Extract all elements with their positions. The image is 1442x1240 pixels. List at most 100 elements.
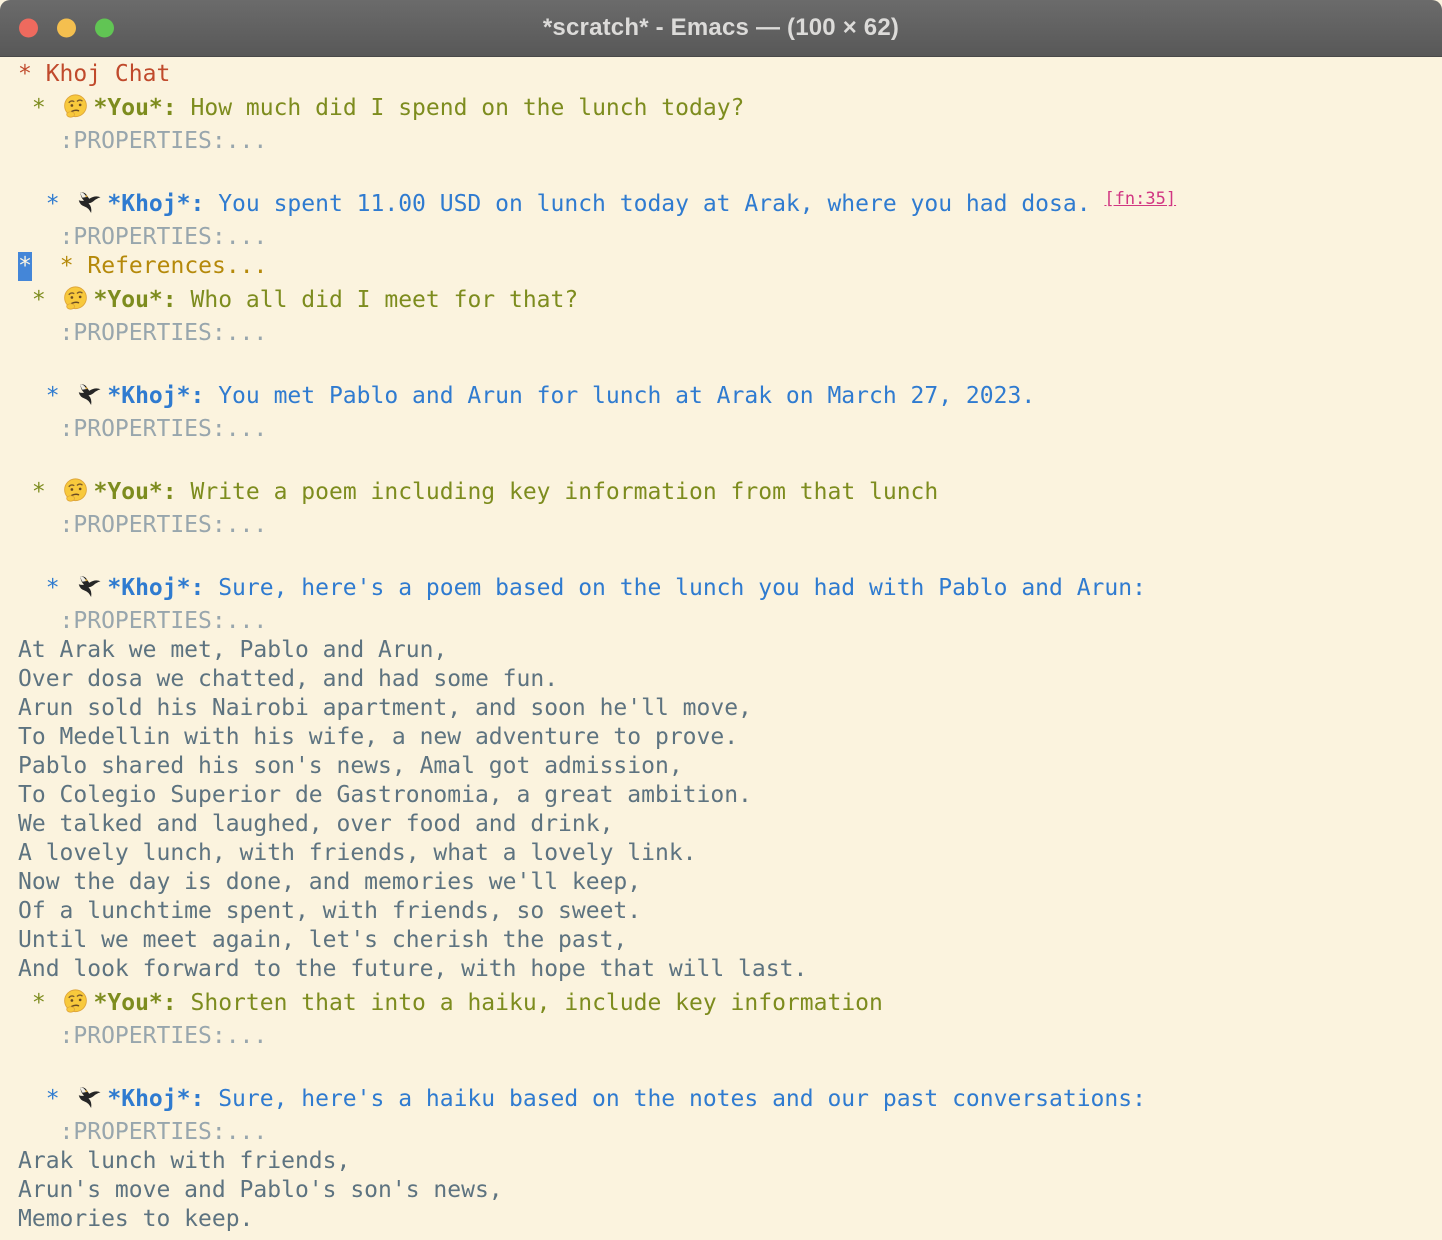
speaker-label: *You*: <box>94 287 177 313</box>
buffer-line-body[interactable]: Arun's move and Pablo's son's news, <box>18 1176 1442 1205</box>
buffer-line-drawer[interactable]: :PROPERTIES:... <box>18 1022 1442 1051</box>
line-text: :PROPERTIES:... <box>18 608 267 634</box>
buffer-line-khoj[interactable]: * *Khoj*: You met Pablo and Arun for lun… <box>18 377 1442 415</box>
line-text: To Medellin with his wife, a new adventu… <box>18 724 738 750</box>
buffer-line-drawer[interactable]: :PROPERTIES:... <box>18 511 1442 540</box>
line-text: :PROPERTIES:... <box>18 1119 267 1145</box>
line-text: :PROPERTIES:... <box>18 128 267 154</box>
buffer-line-body[interactable]: Memories to keep. <box>18 1205 1442 1234</box>
speaker-separator <box>204 1086 218 1112</box>
buffer-line-body[interactable]: At Arak we met, Pablo and Arun, <box>18 636 1442 665</box>
buffer-line-khoj[interactable]: * *Khoj*: Sure, here's a poem based on t… <box>18 569 1442 607</box>
buffer-line-body[interactable]: Arak lunch with friends, <box>18 1147 1442 1176</box>
buffer-line-drawer[interactable]: :PROPERTIES:... <box>18 319 1442 348</box>
footnote-spacer <box>1091 191 1105 217</box>
buffer-line-body[interactable]: A lovely lunch, with friends, what a lov… <box>18 839 1442 868</box>
buffer-line-drawer[interactable]: :PROPERTIES:... <box>18 415 1442 444</box>
line-text: Arun's move and Pablo's son's news, <box>18 1177 503 1203</box>
buffer-line-blank[interactable] <box>18 540 1442 569</box>
buffer-line-you[interactable]: * *You*: Who all did I meet for that? <box>18 281 1442 319</box>
traffic-lights <box>19 19 114 38</box>
buffer[interactable]: * Khoj Chat * *You*: How much did I spen… <box>0 57 1442 1240</box>
line-text: Over dosa we chatted, and had some fun. <box>18 666 558 692</box>
heading-bullet: * <box>18 191 73 217</box>
buffer-line-drawer[interactable]: :PROPERTIES:... <box>18 127 1442 156</box>
eagle-emoji-icon <box>75 573 102 600</box>
heading-bullet: * <box>18 575 73 601</box>
line-text: * References... <box>32 253 267 279</box>
speaker-separator <box>204 191 218 217</box>
thinking-face-emoji-icon <box>62 477 89 504</box>
heading-bullet: * <box>18 287 60 313</box>
buffer-line-body[interactable]: Until we meet again, let's cherish the p… <box>18 926 1442 955</box>
line-text: * Khoj Chat <box>18 61 170 87</box>
buffer-line-drawer[interactable]: :PROPERTIES:... <box>18 1118 1442 1147</box>
emacs-window: *scratch* - Emacs — (100 × 62) * Khoj Ch… <box>0 0 1442 1240</box>
speaker-separator <box>177 479 191 505</box>
heading-bullet: * <box>18 1086 73 1112</box>
buffer-line-body[interactable]: Pablo shared his son's news, Amal got ad… <box>18 752 1442 781</box>
buffer-line-you[interactable]: * *You*: Shorten that into a haiku, incl… <box>18 984 1442 1022</box>
buffer-line-drawer[interactable]: :PROPERTIES:... <box>18 223 1442 252</box>
minimize-button[interactable] <box>57 19 76 38</box>
buffer-line-you[interactable]: * *You*: How much did I spend on the lun… <box>18 89 1442 127</box>
buffer-line-body[interactable]: To Medellin with his wife, a new adventu… <box>18 723 1442 752</box>
speaker-label: *Khoj*: <box>107 383 204 409</box>
heading-bullet: * <box>18 990 60 1016</box>
line-text: At Arak we met, Pablo and Arun, <box>18 637 447 663</box>
buffer-line-blank[interactable] <box>18 156 1442 185</box>
buffer-line-blank[interactable] <box>18 348 1442 377</box>
buffer-line-blank[interactable] <box>18 1051 1442 1080</box>
line-text: :PROPERTIES:... <box>18 512 267 538</box>
heading-bullet: * <box>18 95 60 121</box>
eagle-emoji-icon <box>75 189 102 216</box>
speaker-separator <box>177 95 191 121</box>
buffer-line-drawer[interactable]: :PROPERTIES:... <box>18 607 1442 636</box>
line-text: Sure, here's a poem based on the lunch y… <box>218 575 1146 601</box>
buffer-line-khoj[interactable]: * *Khoj*: Sure, here's a haiku based on … <box>18 1080 1442 1118</box>
buffer-line-body[interactable]: Arun sold his Nairobi apartment, and soo… <box>18 694 1442 723</box>
speaker-label: *You*: <box>94 95 177 121</box>
line-text: Memories to keep. <box>18 1206 253 1232</box>
window-title: *scratch* - Emacs — (100 × 62) <box>543 14 899 42</box>
line-text: And look forward to the future, with hop… <box>18 956 807 982</box>
buffer-line-body[interactable]: Of a lunchtime spent, with friends, so s… <box>18 897 1442 926</box>
zoom-button[interactable] <box>95 19 114 38</box>
speaker-label: *Khoj*: <box>107 575 204 601</box>
heading-bullet: * <box>18 383 73 409</box>
line-text: Sure, here's a haiku based on the notes … <box>218 1086 1146 1112</box>
line-text: How much did I spend on the lunch today? <box>191 95 745 121</box>
buffer-line-you[interactable]: * *You*: Write a poem including key info… <box>18 473 1442 511</box>
speaker-separator <box>177 287 191 313</box>
line-text: You spent 11.00 USD on lunch today at Ar… <box>218 191 1090 217</box>
line-text: Of a lunchtime spent, with friends, so s… <box>18 898 641 924</box>
buffer-line-body[interactable]: To Colegio Superior de Gastronomia, a gr… <box>18 781 1442 810</box>
thinking-face-emoji-icon <box>62 285 89 312</box>
buffer-line-body[interactable]: Now the day is done, and memories we'll … <box>18 868 1442 897</box>
heading-bullet: * <box>18 479 60 505</box>
speaker-label: *You*: <box>94 479 177 505</box>
buffer-line-references[interactable]: * * References... <box>18 252 1442 281</box>
line-text: Arun sold his Nairobi apartment, and soo… <box>18 695 752 721</box>
speaker-label: *Khoj*: <box>107 1086 204 1112</box>
thinking-face-emoji-icon <box>62 988 89 1015</box>
line-text: :PROPERTIES:... <box>18 320 267 346</box>
footnote-link[interactable]: [fn:35] <box>1104 189 1176 209</box>
buffer-line-heading1[interactable]: * Khoj Chat <box>18 60 1442 89</box>
title-bar[interactable]: *scratch* - Emacs — (100 × 62) <box>0 0 1442 57</box>
line-text: Shorten that into a haiku, include key i… <box>191 990 883 1016</box>
buffer-line-body[interactable]: And look forward to the future, with hop… <box>18 955 1442 984</box>
speaker-separator <box>177 990 191 1016</box>
close-button[interactable] <box>19 19 38 38</box>
buffer-line-blank[interactable] <box>18 444 1442 473</box>
line-text: We talked and laughed, over food and dri… <box>18 811 613 837</box>
buffer-line-khoj[interactable]: * *Khoj*: You spent 11.00 USD on lunch t… <box>18 185 1442 223</box>
text-cursor: * <box>18 252 32 281</box>
speaker-label: *Khoj*: <box>107 191 204 217</box>
buffer-line-body[interactable]: Over dosa we chatted, and had some fun. <box>18 665 1442 694</box>
buffer-line-body[interactable]: We talked and laughed, over food and dri… <box>18 810 1442 839</box>
eagle-emoji-icon <box>75 381 102 408</box>
speaker-label: *You*: <box>94 990 177 1016</box>
line-text: :PROPERTIES:... <box>18 224 267 250</box>
speaker-separator <box>204 383 218 409</box>
